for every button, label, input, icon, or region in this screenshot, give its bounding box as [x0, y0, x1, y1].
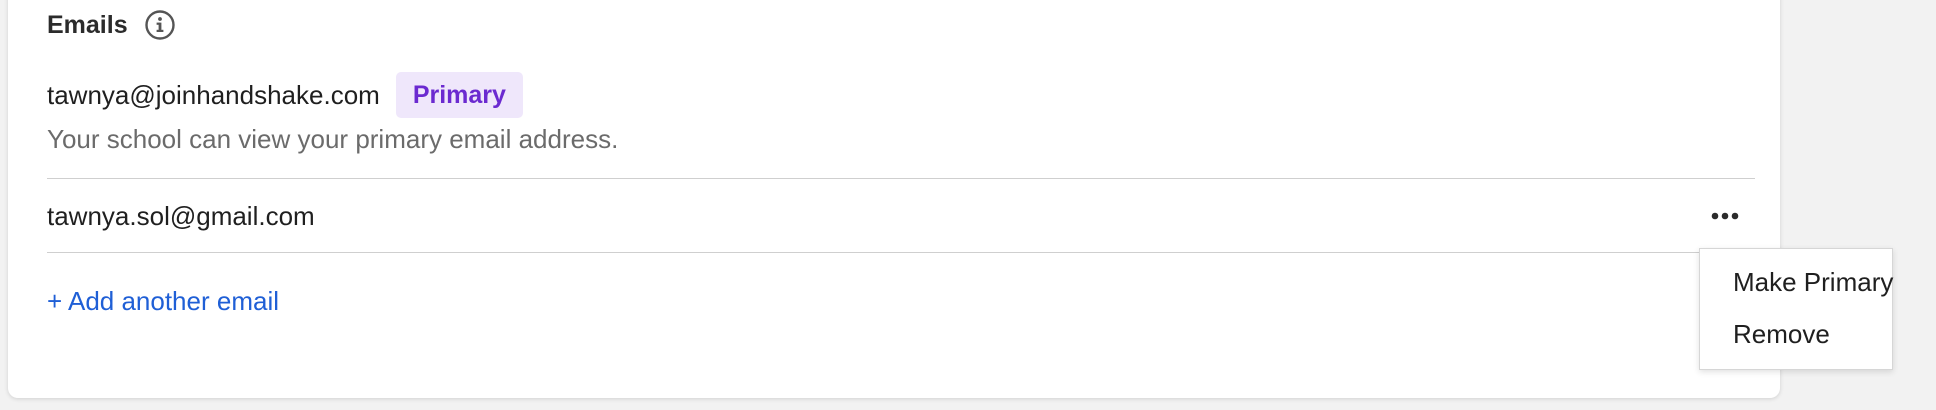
more-options-button[interactable] — [1705, 202, 1745, 230]
secondary-email-row: tawnya.sol@gmail.com — [47, 200, 1755, 232]
emails-section-title: Emails — [47, 10, 128, 39]
primary-email-helper-text: Your school can view your primary email … — [47, 124, 619, 154]
primary-email-row: tawnya@joinhandshake.com Primary — [47, 72, 523, 118]
add-another-email-link[interactable]: + Add another email — [47, 286, 279, 317]
primary-email-address: tawnya@joinhandshake.com — [47, 79, 380, 110]
primary-badge: Primary — [395, 72, 523, 118]
divider — [47, 178, 1755, 179]
more-horizontal-icon — [1711, 212, 1739, 220]
emails-section-header: Emails — [47, 10, 176, 40]
divider — [47, 252, 1755, 253]
secondary-email-address: tawnya.sol@gmail.com — [47, 200, 315, 231]
menu-item-make-primary[interactable]: Make Primary — [1733, 267, 1893, 298]
menu-item-remove[interactable]: Remove — [1733, 319, 1830, 350]
email-options-menu: Make Primary Remove — [1699, 248, 1893, 370]
info-icon[interactable] — [144, 9, 176, 41]
emails-card: Emails tawnya@joinhandshake.com Primary … — [8, 0, 1780, 398]
